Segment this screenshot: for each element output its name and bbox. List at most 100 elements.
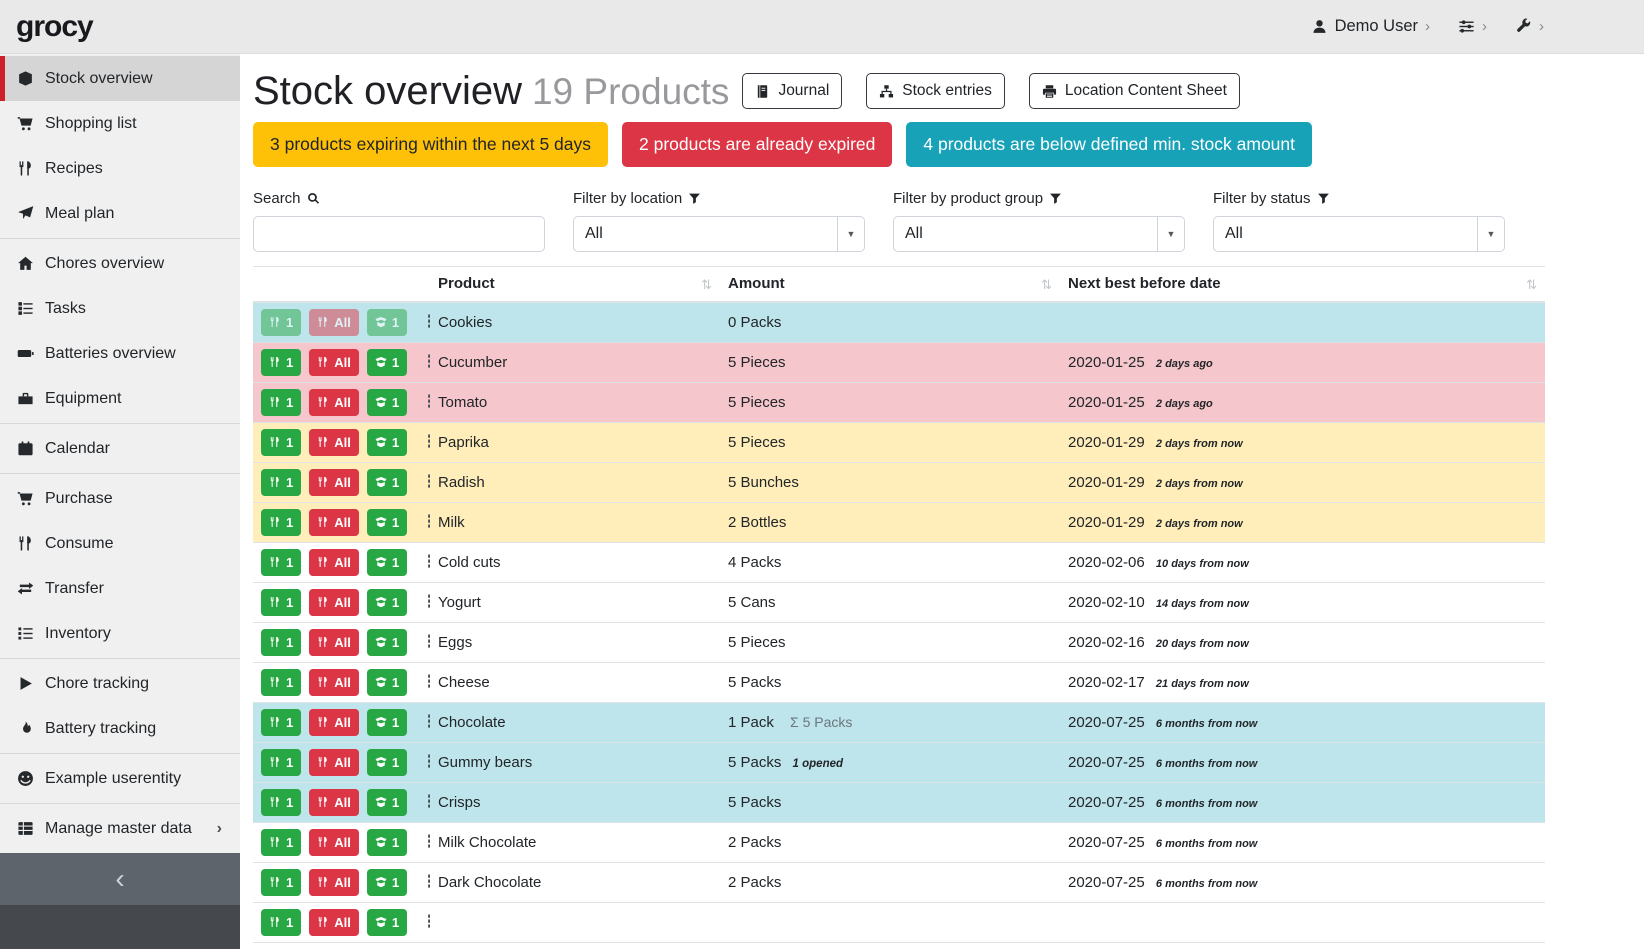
product-column-header[interactable]: Product ⇅ — [430, 267, 720, 303]
consume-all-button[interactable]: All — [309, 469, 359, 496]
status-select[interactable]: All ▼ — [1213, 216, 1505, 252]
open-one-button[interactable]: 1 — [367, 549, 407, 576]
sidebar-item[interactable]: Manage master data › — [0, 806, 240, 851]
consume-all-button[interactable]: All — [309, 509, 359, 536]
product-cell: Dark Chocolate — [430, 862, 720, 902]
sidebar-item[interactable]: Shopping list — [0, 101, 240, 146]
grocy-logo[interactable]: grocy — [16, 10, 93, 44]
consume-all-button[interactable]: All — [309, 349, 359, 376]
sidebar-item[interactable]: Example userentity — [0, 756, 240, 801]
consume-one-button[interactable]: 1 — [261, 669, 301, 696]
sidebar-item[interactable]: Chores overview — [0, 241, 240, 286]
open-one-button[interactable]: 1 — [367, 469, 407, 496]
open-one-button[interactable]: 1 — [367, 389, 407, 416]
row-menu-button[interactable]: ⋮ — [417, 632, 430, 652]
best-before-column-header[interactable]: Next best before date ⇅ — [1060, 267, 1545, 303]
consume-all-button[interactable]: All — [309, 749, 359, 776]
search-input[interactable] — [253, 216, 545, 252]
row-menu-button[interactable]: ⋮ — [417, 752, 430, 772]
row-menu-button[interactable]: ⋮ — [417, 832, 430, 852]
consume-all-button[interactable]: All — [309, 869, 359, 896]
open-one-button[interactable]: 1 — [367, 909, 407, 936]
location-select[interactable]: All ▼ — [573, 216, 865, 252]
expiring-alert[interactable]: 3 products expiring within the next 5 da… — [253, 122, 608, 167]
consume-one-button[interactable]: 1 — [261, 709, 301, 736]
consume-one-button[interactable]: 1 — [261, 389, 301, 416]
row-menu-button[interactable]: ⋮ — [417, 552, 430, 572]
open-one-button[interactable]: 1 — [367, 829, 407, 856]
consume-all-button[interactable]: All — [309, 789, 359, 816]
row-menu-button[interactable]: ⋮ — [417, 712, 430, 732]
sidebar-item[interactable]: Tasks — [0, 286, 240, 331]
consume-one-button[interactable]: 1 — [261, 869, 301, 896]
consume-one-button[interactable]: 1 — [261, 829, 301, 856]
row-menu-button[interactable]: ⋮ — [417, 912, 430, 932]
consume-one-button[interactable]: 1 — [261, 469, 301, 496]
product-group-select[interactable]: All ▼ — [893, 216, 1185, 252]
open-one-button[interactable]: 1 — [367, 789, 407, 816]
consume-all-button[interactable]: All — [309, 909, 359, 936]
sidebar-item[interactable]: Calendar — [0, 426, 240, 471]
sidebar-item[interactable]: Purchase — [0, 476, 240, 521]
row-menu-button[interactable]: ⋮ — [417, 432, 430, 452]
open-one-button[interactable]: 1 — [367, 589, 407, 616]
sidebar-item[interactable]: Meal plan — [0, 191, 240, 236]
consume-one-button[interactable]: 1 — [261, 589, 301, 616]
open-one-button[interactable]: 1 — [367, 309, 407, 336]
open-one-button[interactable]: 1 — [367, 709, 407, 736]
admin-menu[interactable]: › — [1515, 18, 1544, 35]
open-one-button[interactable]: 1 — [367, 749, 407, 776]
open-one-button[interactable]: 1 — [367, 629, 407, 656]
sidebar-item[interactable]: Battery tracking — [0, 706, 240, 751]
consume-all-button[interactable]: All — [309, 589, 359, 616]
location-content-sheet-button[interactable]: Location Content Sheet — [1029, 73, 1240, 109]
row-menu-button[interactable]: ⋮ — [417, 472, 430, 492]
consume-all-button[interactable]: All — [309, 389, 359, 416]
consume-one-button[interactable]: 1 — [261, 789, 301, 816]
sidebar-item[interactable]: Stock overview — [0, 56, 240, 101]
consume-one-button[interactable]: 1 — [261, 549, 301, 576]
open-one-button[interactable]: 1 — [367, 349, 407, 376]
sidebar-item[interactable]: Equipment — [0, 376, 240, 421]
consume-one-button[interactable]: 1 — [261, 309, 301, 336]
row-menu-button[interactable]: ⋮ — [417, 792, 430, 812]
row-menu-button[interactable]: ⋮ — [417, 672, 430, 692]
consume-one-button[interactable]: 1 — [261, 749, 301, 776]
sidebar-item[interactable]: Transfer — [0, 566, 240, 611]
consume-all-button[interactable]: All — [309, 709, 359, 736]
row-menu-button[interactable]: ⋮ — [417, 872, 430, 892]
consume-all-button[interactable]: All — [309, 669, 359, 696]
open-one-button[interactable]: 1 — [367, 429, 407, 456]
journal-button[interactable]: Journal — [742, 73, 842, 109]
stock-entries-button[interactable]: Stock entries — [866, 73, 1005, 109]
user-menu[interactable]: Demo User › — [1311, 17, 1430, 36]
consume-all-button[interactable]: All — [309, 629, 359, 656]
open-one-button[interactable]: 1 — [367, 509, 407, 536]
sidebar-item[interactable]: Consume — [0, 521, 240, 566]
consume-one-button[interactable]: 1 — [261, 629, 301, 656]
row-menu-button[interactable]: ⋮ — [417, 512, 430, 532]
amount-column-header[interactable]: Amount ⇅ — [720, 267, 1060, 303]
row-menu-button[interactable]: ⋮ — [417, 592, 430, 612]
sidebar-item[interactable]: Recipes — [0, 146, 240, 191]
row-menu-button[interactable]: ⋮ — [417, 392, 430, 412]
sidebar-item[interactable]: Inventory — [0, 611, 240, 656]
row-menu-button[interactable]: ⋮ — [417, 312, 430, 332]
consume-one-button[interactable]: 1 — [261, 909, 301, 936]
expired-alert[interactable]: 2 products are already expired — [622, 122, 892, 167]
open-one-button[interactable]: 1 — [367, 669, 407, 696]
settings-menu[interactable]: › — [1458, 18, 1487, 35]
consume-one-button[interactable]: 1 — [261, 509, 301, 536]
consume-all-button[interactable]: All — [309, 829, 359, 856]
consume-one-button[interactable]: 1 — [261, 429, 301, 456]
consume-all-button[interactable]: All — [309, 549, 359, 576]
sidebar-item[interactable]: Batteries overview — [0, 331, 240, 376]
sidebar-item[interactable]: Chore tracking — [0, 661, 240, 706]
row-menu-button[interactable]: ⋮ — [417, 352, 430, 372]
consume-one-button[interactable]: 1 — [261, 349, 301, 376]
open-one-button[interactable]: 1 — [367, 869, 407, 896]
sidebar-collapse-button[interactable]: ‹ — [0, 853, 240, 905]
consume-all-button[interactable]: All — [309, 309, 359, 336]
consume-all-button[interactable]: All — [309, 429, 359, 456]
below-min-stock-alert[interactable]: 4 products are below defined min. stock … — [906, 122, 1312, 167]
